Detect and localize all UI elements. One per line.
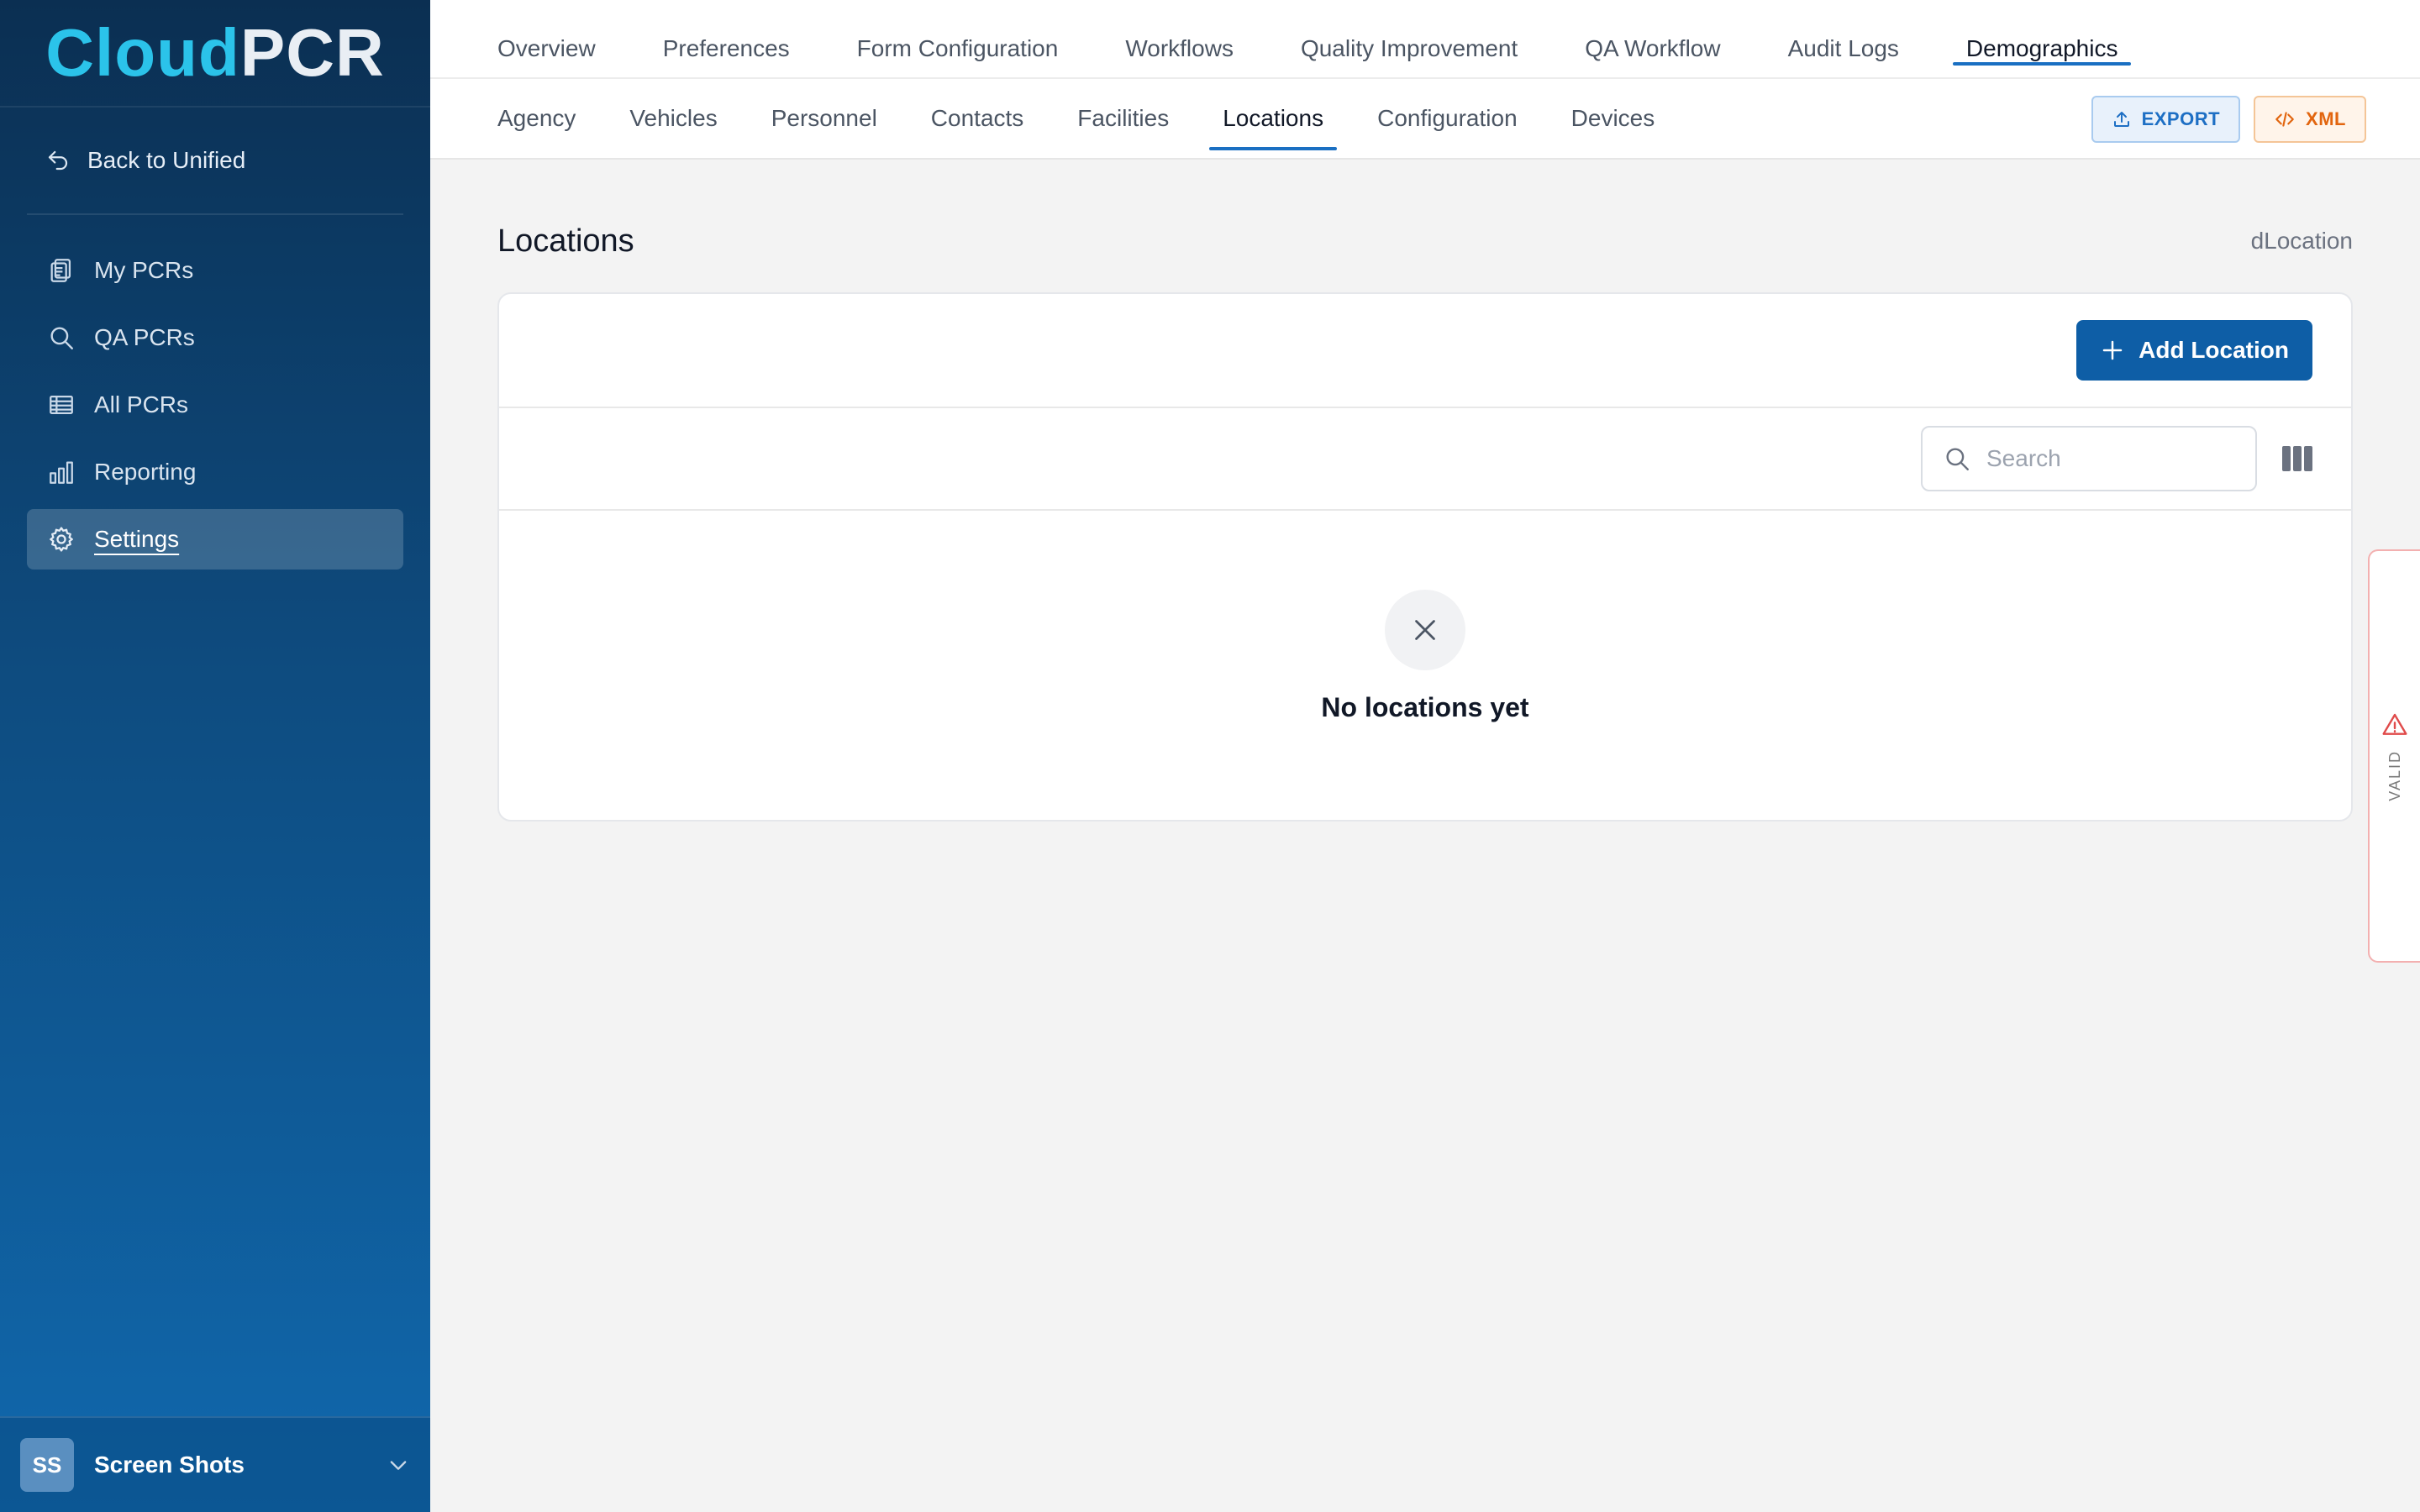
- subtab-personnel[interactable]: Personnel: [771, 98, 877, 139]
- back-to-unified-link[interactable]: Back to Unified: [27, 108, 403, 215]
- table-icon: [50, 395, 73, 415]
- tab-qa-workflow[interactable]: QA Workflow: [1585, 35, 1737, 77]
- demographics-sub-tabs: Agency Vehicles Personnel Contacts Facil…: [430, 79, 2420, 160]
- plus-icon: [2102, 340, 2123, 360]
- tab-audit-logs[interactable]: Audit Logs: [1788, 35, 1916, 77]
- settings-top-tabs: Overview Preferences Form Configuration …: [430, 0, 2420, 79]
- brand-logo[interactable]: Cloud PCR: [0, 0, 430, 108]
- warning-icon: [2382, 713, 2407, 735]
- sidebar-nav: My PCRs QA PCRs All PCRs Reporting Setti…: [0, 215, 430, 570]
- back-link-label: Back to Unified: [87, 147, 246, 173]
- chevron-down-icon: [390, 1461, 407, 1470]
- empty-state: No locations yet: [499, 511, 2351, 723]
- sidebar-item-label: Settings: [94, 526, 180, 552]
- sidebar-item-all-pcrs[interactable]: All PCRs: [27, 375, 403, 435]
- tab-preferences[interactable]: Preferences: [663, 35, 807, 77]
- sidebar-item-reporting[interactable]: Reporting: [27, 442, 403, 502]
- validation-panel-toggle[interactable]: VALID: [2368, 549, 2420, 963]
- tab-quality-improvement[interactable]: Quality Improvement: [1301, 35, 1534, 77]
- subtab-contacts[interactable]: Contacts: [931, 98, 1024, 139]
- clipboard-icon: [50, 259, 71, 282]
- bar-chart-icon: [50, 461, 73, 484]
- main-content: Overview Preferences Form Configuration …: [430, 0, 2420, 1512]
- empty-state-message: No locations yet: [1321, 692, 1529, 722]
- search-icon: [1946, 448, 1969, 470]
- brand-logo-part1: Cloud: [45, 15, 240, 90]
- add-location-button[interactable]: Add Location: [2076, 320, 2312, 381]
- export-actions: EXPORT XML: [2091, 96, 2366, 143]
- subtab-vehicles[interactable]: Vehicles: [629, 98, 717, 139]
- table-toolbar: [499, 408, 2351, 511]
- subtab-locations[interactable]: Locations: [1209, 98, 1337, 150]
- sidebar: Cloud PCR Back to Unified My PCRs QA PCRs…: [0, 0, 430, 1512]
- user-name: Screen Shots: [94, 1452, 245, 1478]
- user-menu[interactable]: SS Screen Shots: [0, 1416, 430, 1512]
- section-code: dLocation: [2250, 228, 2353, 254]
- avatar: SS: [20, 1438, 74, 1492]
- tab-workflows[interactable]: Workflows: [1125, 35, 1250, 77]
- search-input[interactable]: [1986, 445, 2238, 472]
- subtab-devices[interactable]: Devices: [1571, 98, 1655, 139]
- code-icon: [2275, 112, 2294, 127]
- export-button[interactable]: EXPORT: [2091, 96, 2241, 143]
- search-box[interactable]: [1921, 426, 2257, 491]
- tab-demographics[interactable]: Demographics: [1952, 35, 2132, 77]
- empty-state-badge: [1385, 590, 1465, 670]
- sidebar-item-label: QA PCRs: [94, 324, 195, 350]
- subtab-configuration[interactable]: Configuration: [1377, 98, 1518, 139]
- sidebar-item-qa-pcrs[interactable]: QA PCRs: [27, 307, 403, 368]
- page-title: Locations: [497, 223, 634, 259]
- subtab-agency[interactable]: Agency: [497, 98, 576, 139]
- sidebar-item-label: All PCRs: [94, 391, 189, 417]
- sidebar-item-label: My PCRs: [94, 257, 194, 283]
- locations-card: Add Location No locatio: [497, 292, 2353, 822]
- column-toggle-button[interactable]: [2281, 442, 2314, 475]
- gear-icon: [50, 527, 73, 552]
- page-content: Locations dLocation Add Location Search …: [430, 160, 2420, 822]
- xml-button[interactable]: XML: [2254, 96, 2366, 143]
- close-icon: [1415, 620, 1435, 640]
- sidebar-item-my-pcrs[interactable]: My PCRs: [27, 240, 403, 301]
- search-icon: [50, 327, 73, 349]
- export-label: EXPORT: [2141, 108, 2221, 129]
- card-header: Add Location: [499, 294, 2351, 408]
- tab-form-configuration[interactable]: Form Configuration: [857, 35, 1076, 77]
- columns-icon: [2282, 446, 2312, 471]
- back-arrow-icon: [48, 150, 68, 171]
- brand-logo-part2: PCR: [239, 15, 385, 90]
- sidebar-item-label: Reporting: [94, 459, 197, 485]
- tab-overview[interactable]: Overview: [497, 35, 613, 77]
- add-location-label: Add Location: [2139, 337, 2289, 363]
- validation-label: VALID: [2386, 749, 2403, 801]
- xml-label: XML: [2306, 108, 2346, 129]
- subtab-facilities[interactable]: Facilities: [1077, 98, 1169, 139]
- sidebar-item-settings[interactable]: Settings: [27, 509, 403, 570]
- upload-icon: [2113, 112, 2129, 127]
